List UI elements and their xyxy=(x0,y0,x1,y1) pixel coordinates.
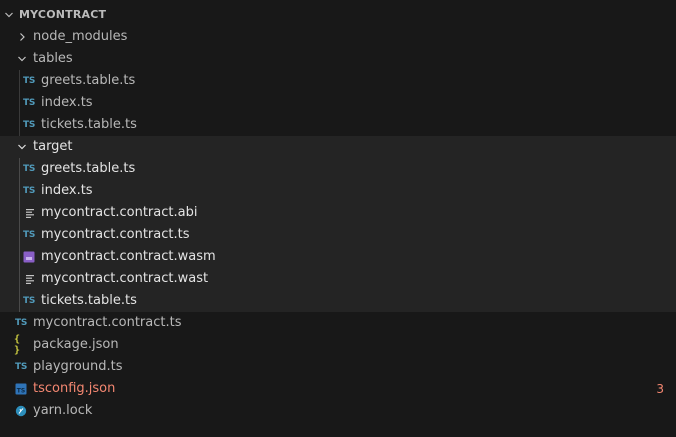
folder-label: tables xyxy=(33,51,73,66)
text-lines-icon xyxy=(23,271,37,287)
typescript-icon: TS xyxy=(14,362,28,372)
file-label: package.json xyxy=(33,337,119,352)
svg-text:TS: TS xyxy=(17,388,25,395)
file-label: yarn.lock xyxy=(33,403,93,418)
typescript-icon: TS xyxy=(22,164,36,174)
yarn-icon xyxy=(14,403,28,419)
tree-file[interactable]: TS mycontract.contract.ts xyxy=(0,312,676,334)
tree-folder-target[interactable]: target xyxy=(0,136,676,158)
tree-file[interactable]: TS greets.table.ts xyxy=(0,158,676,180)
tree-file[interactable]: TS greets.table.ts xyxy=(0,70,676,92)
file-label: mycontract.contract.ts xyxy=(41,227,190,242)
typescript-icon: TS xyxy=(22,120,36,130)
folder-label: target xyxy=(33,139,73,154)
section-title: MYCONTRACT xyxy=(19,8,107,21)
chevron-down-icon xyxy=(5,12,13,18)
json-icon: { } xyxy=(14,334,20,356)
tree-file[interactable]: mycontract.contract.wast xyxy=(0,268,676,290)
tree-folder-tables[interactable]: tables xyxy=(0,48,676,70)
problem-count-badge: 3 xyxy=(656,382,664,396)
tree-file[interactable]: TS tickets.table.ts xyxy=(0,114,676,136)
chevron-down-icon xyxy=(18,144,26,150)
file-label: greets.table.ts xyxy=(41,73,136,88)
tree-file[interactable]: yarn.lock xyxy=(0,400,676,422)
tree-file[interactable]: mycontract.contract.wasm xyxy=(0,246,676,268)
file-label: index.ts xyxy=(41,95,93,110)
webassembly-icon xyxy=(22,249,36,265)
typescript-icon: TS xyxy=(22,186,36,196)
typescript-icon: TS xyxy=(22,296,36,306)
file-label: mycontract.contract.wast xyxy=(41,271,209,286)
tree-file[interactable]: TS index.ts xyxy=(0,180,676,202)
file-label: mycontract.contract.wasm xyxy=(41,249,216,264)
tsconfig-icon: TS xyxy=(14,381,28,397)
typescript-icon: TS xyxy=(14,318,28,328)
typescript-icon: TS xyxy=(22,230,36,240)
tree-file[interactable]: TS mycontract.contract.ts xyxy=(0,224,676,246)
file-label: playground.ts xyxy=(33,359,123,374)
typescript-icon: TS xyxy=(22,98,36,108)
file-label: mycontract.contract.ts xyxy=(33,315,182,330)
file-label: tsconfig.json xyxy=(33,381,116,396)
tree-file[interactable]: mycontract.contract.abi xyxy=(0,202,676,224)
file-label: mycontract.contract.abi xyxy=(41,205,198,220)
tree-file[interactable]: TS playground.ts xyxy=(0,356,676,378)
folder-label: node_modules xyxy=(33,29,128,44)
tree-file[interactable]: TS tickets.table.ts xyxy=(0,290,676,312)
chevron-right-icon xyxy=(20,33,25,41)
file-label: tickets.table.ts xyxy=(41,293,137,308)
file-explorer: MYCONTRACT node_modules tables TS greets… xyxy=(0,0,676,437)
tree-file[interactable]: { } package.json xyxy=(0,334,676,356)
typescript-icon: TS xyxy=(22,76,36,86)
chevron-down-icon xyxy=(18,56,26,62)
text-lines-icon xyxy=(23,205,37,221)
tree-file-error[interactable]: TS tsconfig.json 3 xyxy=(0,378,676,400)
explorer-section-header[interactable]: MYCONTRACT xyxy=(0,4,676,26)
file-label: greets.table.ts xyxy=(41,161,136,176)
tree-folder-node-modules[interactable]: node_modules xyxy=(0,26,676,48)
file-label: tickets.table.ts xyxy=(41,117,137,132)
file-label: index.ts xyxy=(41,183,93,198)
tree-file[interactable]: TS index.ts xyxy=(0,92,676,114)
